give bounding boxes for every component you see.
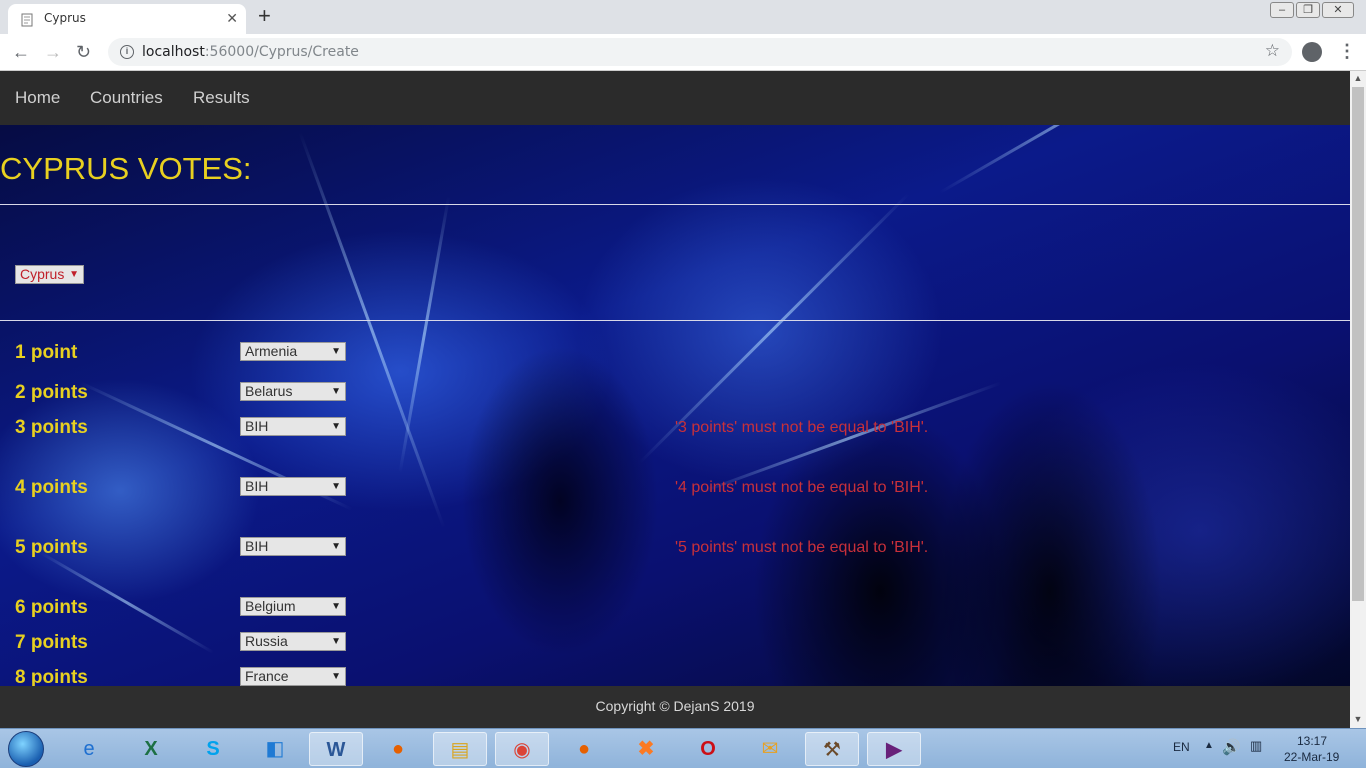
- validation-error-4: '4 points' must not be equal to 'BIH'.: [675, 479, 929, 496]
- validation-error-3: '3 points' must not be equal to 'BIH'.: [675, 419, 929, 436]
- browser-tab[interactable]: Cyprus ✕: [8, 4, 246, 34]
- vote-label-5: 5 points: [15, 537, 88, 558]
- scroll-down-arrow-icon[interactable]: ▼: [1350, 714, 1366, 724]
- validation-error-5: '5 points' must not be equal to 'BIH'.: [675, 539, 929, 556]
- browser-toolbar: ← → ↻ i localhost:56000/Cyprus/Create ☆ …: [0, 34, 1366, 71]
- show-hidden-icons-icon[interactable]: ▲: [1204, 740, 1214, 751]
- url-host: localhost: [142, 44, 205, 60]
- dropdown-arrow-icon: ▼: [69, 269, 79, 280]
- excel-icon[interactable]: X: [124, 732, 178, 766]
- new-tab-button[interactable]: +: [258, 3, 271, 29]
- dropdown-arrow-icon: ▼: [331, 481, 341, 492]
- vote-select-value: Armenia: [245, 343, 298, 359]
- outlook-icon[interactable]: ✉: [743, 732, 797, 766]
- start-button[interactable]: [8, 731, 44, 767]
- bookmark-star-icon[interactable]: ☆: [1265, 41, 1280, 61]
- xampp-icon[interactable]: ✖: [619, 732, 673, 766]
- clock-time[interactable]: 13:17: [1297, 734, 1327, 748]
- close-window-button[interactable]: ✕: [1322, 2, 1354, 18]
- divider: [0, 320, 1350, 321]
- scroll-thumb[interactable]: [1352, 87, 1364, 601]
- info-icon[interactable]: i: [120, 45, 134, 59]
- vote-select-value: BIH: [245, 538, 269, 554]
- divider: [0, 204, 1350, 205]
- copyright-text: Copyright © DejanS 2019: [595, 698, 755, 714]
- scroll-up-arrow-icon[interactable]: ▲: [1350, 73, 1366, 83]
- opera-icon[interactable]: O: [681, 732, 735, 766]
- vote-label-2: 2 points: [15, 382, 88, 403]
- vote-select-value: Russia: [245, 633, 288, 649]
- nav-countries-link[interactable]: Countries: [90, 88, 163, 108]
- page-icon: [21, 13, 33, 27]
- firefox-icon[interactable]: ●: [371, 732, 425, 766]
- dropdown-arrow-icon: ▼: [331, 636, 341, 647]
- language-indicator[interactable]: EN: [1173, 740, 1190, 754]
- vote-label-6: 6 points: [15, 597, 88, 618]
- dropdown-arrow-icon: ▼: [331, 386, 341, 397]
- dropdown-arrow-icon: ▼: [331, 346, 341, 357]
- vscode-icon[interactable]: ◧: [248, 732, 302, 766]
- site-navbar: Home Countries Results: [0, 71, 1350, 125]
- vote-select-2[interactable]: Belarus ▼: [240, 382, 346, 401]
- vote-select-value: BIH: [245, 418, 269, 434]
- nav-home-link[interactable]: Home: [15, 88, 60, 108]
- vote-select-4[interactable]: BIH ▼: [240, 477, 346, 496]
- visual-studio-icon[interactable]: ▶: [867, 732, 921, 766]
- kebab-menu-icon[interactable]: ⋮: [1338, 41, 1356, 62]
- network-icon[interactable]: ▥: [1250, 738, 1262, 754]
- address-bar[interactable]: i localhost:56000/Cyprus/Create ☆: [108, 38, 1292, 66]
- back-arrow-icon[interactable]: ←: [12, 42, 30, 63]
- vote-select-value: France: [245, 668, 289, 684]
- url-path: :56000/Cyprus/Create: [204, 44, 359, 60]
- restore-button[interactable]: ❐: [1296, 2, 1320, 18]
- clock-date[interactable]: 22-Mar-19: [1284, 750, 1339, 764]
- close-tab-icon[interactable]: ✕: [226, 10, 238, 27]
- light-beam: [699, 381, 1002, 494]
- tools-icon[interactable]: ⚒: [805, 732, 859, 766]
- country-select[interactable]: Cyprus ▼: [15, 265, 84, 284]
- vote-select-3[interactable]: BIH ▼: [240, 417, 346, 436]
- vote-label-4: 4 points: [15, 477, 88, 498]
- chrome-icon[interactable]: ◉: [495, 732, 549, 766]
- site-footer: Copyright © DejanS 2019: [0, 686, 1350, 728]
- browser-tabstrip: Cyprus ✕ + – ❐ ✕: [0, 0, 1366, 34]
- vote-select-value: Belgium: [245, 598, 296, 614]
- vote-select-7[interactable]: Russia ▼: [240, 632, 346, 651]
- skype-icon[interactable]: S: [186, 732, 240, 766]
- minimize-button[interactable]: –: [1270, 2, 1294, 18]
- vote-select-5[interactable]: BIH ▼: [240, 537, 346, 556]
- volume-icon[interactable]: 🔊: [1222, 738, 1241, 756]
- page-title: CYPRUS VOTES:: [0, 151, 252, 186]
- vote-select-value: Belarus: [245, 383, 293, 399]
- country-select-value: Cyprus: [20, 266, 65, 282]
- forward-arrow-icon[interactable]: →: [44, 42, 62, 63]
- vote-select-1[interactable]: Armenia ▼: [240, 342, 346, 361]
- vertical-scrollbar[interactable]: ▲ ▼: [1350, 71, 1366, 728]
- dropdown-arrow-icon: ▼: [331, 421, 341, 432]
- dropdown-arrow-icon: ▼: [331, 541, 341, 552]
- reload-icon[interactable]: ↻: [76, 42, 91, 63]
- firefox-icon[interactable]: ●: [557, 732, 611, 766]
- vote-select-8[interactable]: France ▼: [240, 667, 346, 686]
- word-icon[interactable]: W: [309, 732, 363, 766]
- profile-icon[interactable]: [1302, 42, 1322, 62]
- light-beam: [398, 196, 451, 473]
- nav-results-link[interactable]: Results: [193, 88, 250, 108]
- file-explorer-icon[interactable]: ▤: [433, 732, 487, 766]
- vote-label-3: 3 points: [15, 417, 88, 438]
- page-viewport: Home Countries Results CYPRUS VOTES: Cyp…: [0, 71, 1350, 728]
- windows-taskbar: e X S ◧ W ● ▤ ◉ ● ✖ O ✉ ⚒ ▶ EN ▲ 🔊 ▥ 13:…: [0, 728, 1366, 768]
- dropdown-arrow-icon: ▼: [331, 671, 341, 682]
- vote-label-7: 7 points: [15, 632, 88, 653]
- dropdown-arrow-icon: ▼: [331, 601, 341, 612]
- vote-label-1: 1 point: [15, 342, 78, 363]
- url-text[interactable]: localhost:56000/Cyprus/Create: [142, 44, 359, 60]
- tab-title: Cyprus: [44, 11, 86, 25]
- vote-select-6[interactable]: Belgium ▼: [240, 597, 346, 616]
- internet-explorer-icon[interactable]: e: [62, 732, 116, 766]
- vote-select-value: BIH: [245, 478, 269, 494]
